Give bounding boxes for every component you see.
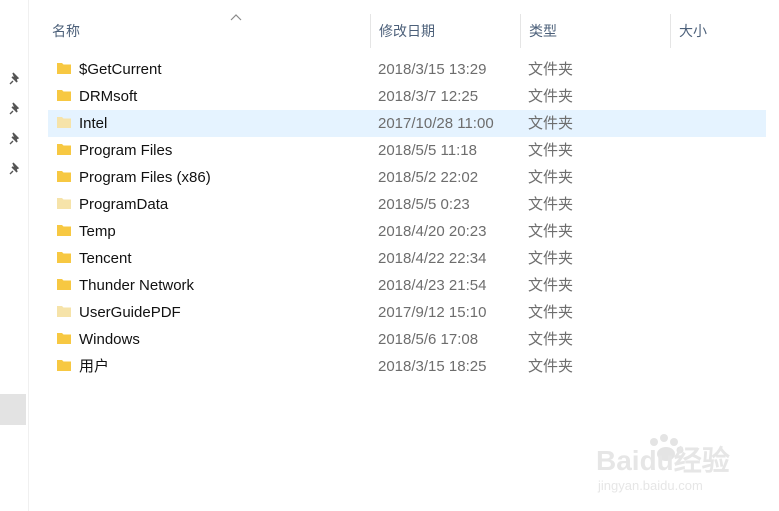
file-date: 2018/5/6 17:08 <box>378 331 479 348</box>
file-name: Program Files (x86) <box>79 169 211 186</box>
file-type: 文件夹 <box>528 88 574 105</box>
baidu-watermark: Baidu经验 jingyan.baidu.com <box>596 434 730 493</box>
folder-icon <box>57 360 71 371</box>
file-name: Thunder Network <box>79 277 195 294</box>
file-date: 2018/4/22 22:34 <box>378 250 487 267</box>
file-name: UserGuidePDF <box>79 304 181 321</box>
file-row[interactable]: UserGuidePDF 2017/9/12 15:10 文件夹 <box>48 299 766 326</box>
column-header-size[interactable]: 大小 <box>670 14 770 48</box>
pin-icon[interactable] <box>8 72 22 86</box>
file-type: 文件夹 <box>528 223 574 240</box>
file-type: 文件夹 <box>528 331 574 348</box>
folder-icon <box>57 225 71 236</box>
file-date: 2018/3/7 12:25 <box>378 88 479 105</box>
file-type: 文件夹 <box>528 250 574 267</box>
file-date: 2018/4/20 20:23 <box>378 223 487 240</box>
file-type: 文件夹 <box>528 169 574 186</box>
file-name: Tencent <box>79 250 132 267</box>
file-row[interactable]: Temp 2018/4/20 20:23 文件夹 <box>48 218 766 245</box>
watermark-url: jingyan.baidu.com <box>597 478 703 493</box>
file-name: 用户 <box>79 358 110 375</box>
folder-icon <box>57 333 71 344</box>
pin-icon[interactable] <box>8 132 22 146</box>
file-row[interactable]: Thunder Network 2018/4/23 21:54 文件夹 <box>48 272 766 299</box>
file-date: 2018/3/15 18:25 <box>378 358 487 375</box>
folder-icon <box>57 90 71 101</box>
pin-icon[interactable] <box>8 102 22 116</box>
watermark-brand: Baidu经验 <box>596 444 730 476</box>
column-header-name[interactable]: 名称 <box>44 14 370 48</box>
file-type: 文件夹 <box>528 142 574 159</box>
folder-icon <box>57 252 71 263</box>
folder-icon <box>57 306 71 317</box>
file-type: 文件夹 <box>528 304 574 321</box>
file-row[interactable]: Windows 2018/5/6 17:08 文件夹 <box>48 326 766 353</box>
file-name: $GetCurrent <box>79 61 162 78</box>
file-type: 文件夹 <box>528 115 574 132</box>
file-date: 2018/4/23 21:54 <box>378 277 487 294</box>
file-date: 2017/9/12 15:10 <box>378 304 487 321</box>
folder-icon <box>57 63 71 74</box>
column-header-bar: 名称 修改日期 类型 大小 <box>29 0 779 50</box>
file-date: 2018/5/5 0:23 <box>378 196 470 213</box>
file-type: 文件夹 <box>528 358 574 375</box>
folder-icon <box>57 117 71 128</box>
file-date: 2017/10/28 11:00 <box>378 115 494 132</box>
file-row[interactable]: Intel 2017/10/28 11:00 文件夹 <box>48 110 766 137</box>
pin-icon[interactable] <box>8 162 22 176</box>
file-type: 文件夹 <box>528 277 574 294</box>
file-row[interactable]: ProgramData 2018/5/5 0:23 文件夹 <box>48 191 766 218</box>
file-type: 文件夹 <box>528 196 574 213</box>
file-row[interactable]: $GetCurrent 2018/3/15 13:29 文件夹 <box>48 56 766 83</box>
file-row[interactable]: Tencent 2018/4/22 22:34 文件夹 <box>48 245 766 272</box>
file-date: 2018/3/15 13:29 <box>378 61 487 78</box>
file-row[interactable]: Program Files 2018/5/5 11:18 文件夹 <box>48 137 766 164</box>
file-type: 文件夹 <box>528 61 574 78</box>
file-name: Temp <box>79 223 116 240</box>
folder-icon <box>57 144 71 155</box>
file-name: Intel <box>79 115 108 132</box>
file-row[interactable]: DRMsoft 2018/3/7 12:25 文件夹 <box>48 83 766 110</box>
folder-icon <box>57 198 71 209</box>
file-name: Windows <box>79 331 140 348</box>
file-name: ProgramData <box>79 196 169 213</box>
file-date: 2018/5/5 11:18 <box>378 142 477 159</box>
file-row[interactable]: 用户 2018/3/15 18:25 文件夹 <box>48 353 766 380</box>
scrollbar-thumb[interactable] <box>0 394 26 425</box>
file-date: 2018/5/2 22:02 <box>378 169 479 186</box>
file-list: $GetCurrent 2018/3/15 13:29 文件夹 DRMsoft 2018… <box>48 56 766 380</box>
column-header-date[interactable]: 修改日期 <box>370 14 520 48</box>
folder-icon <box>57 279 71 290</box>
file-row[interactable]: Program Files (x86) 2018/5/2 22:02 文件夹 <box>48 164 766 191</box>
column-header-type[interactable]: 类型 <box>520 14 670 48</box>
file-name: DRMsoft <box>79 88 138 105</box>
folder-icon <box>57 171 71 182</box>
file-name: Program Files <box>79 142 173 159</box>
navigation-pane <box>0 0 29 511</box>
